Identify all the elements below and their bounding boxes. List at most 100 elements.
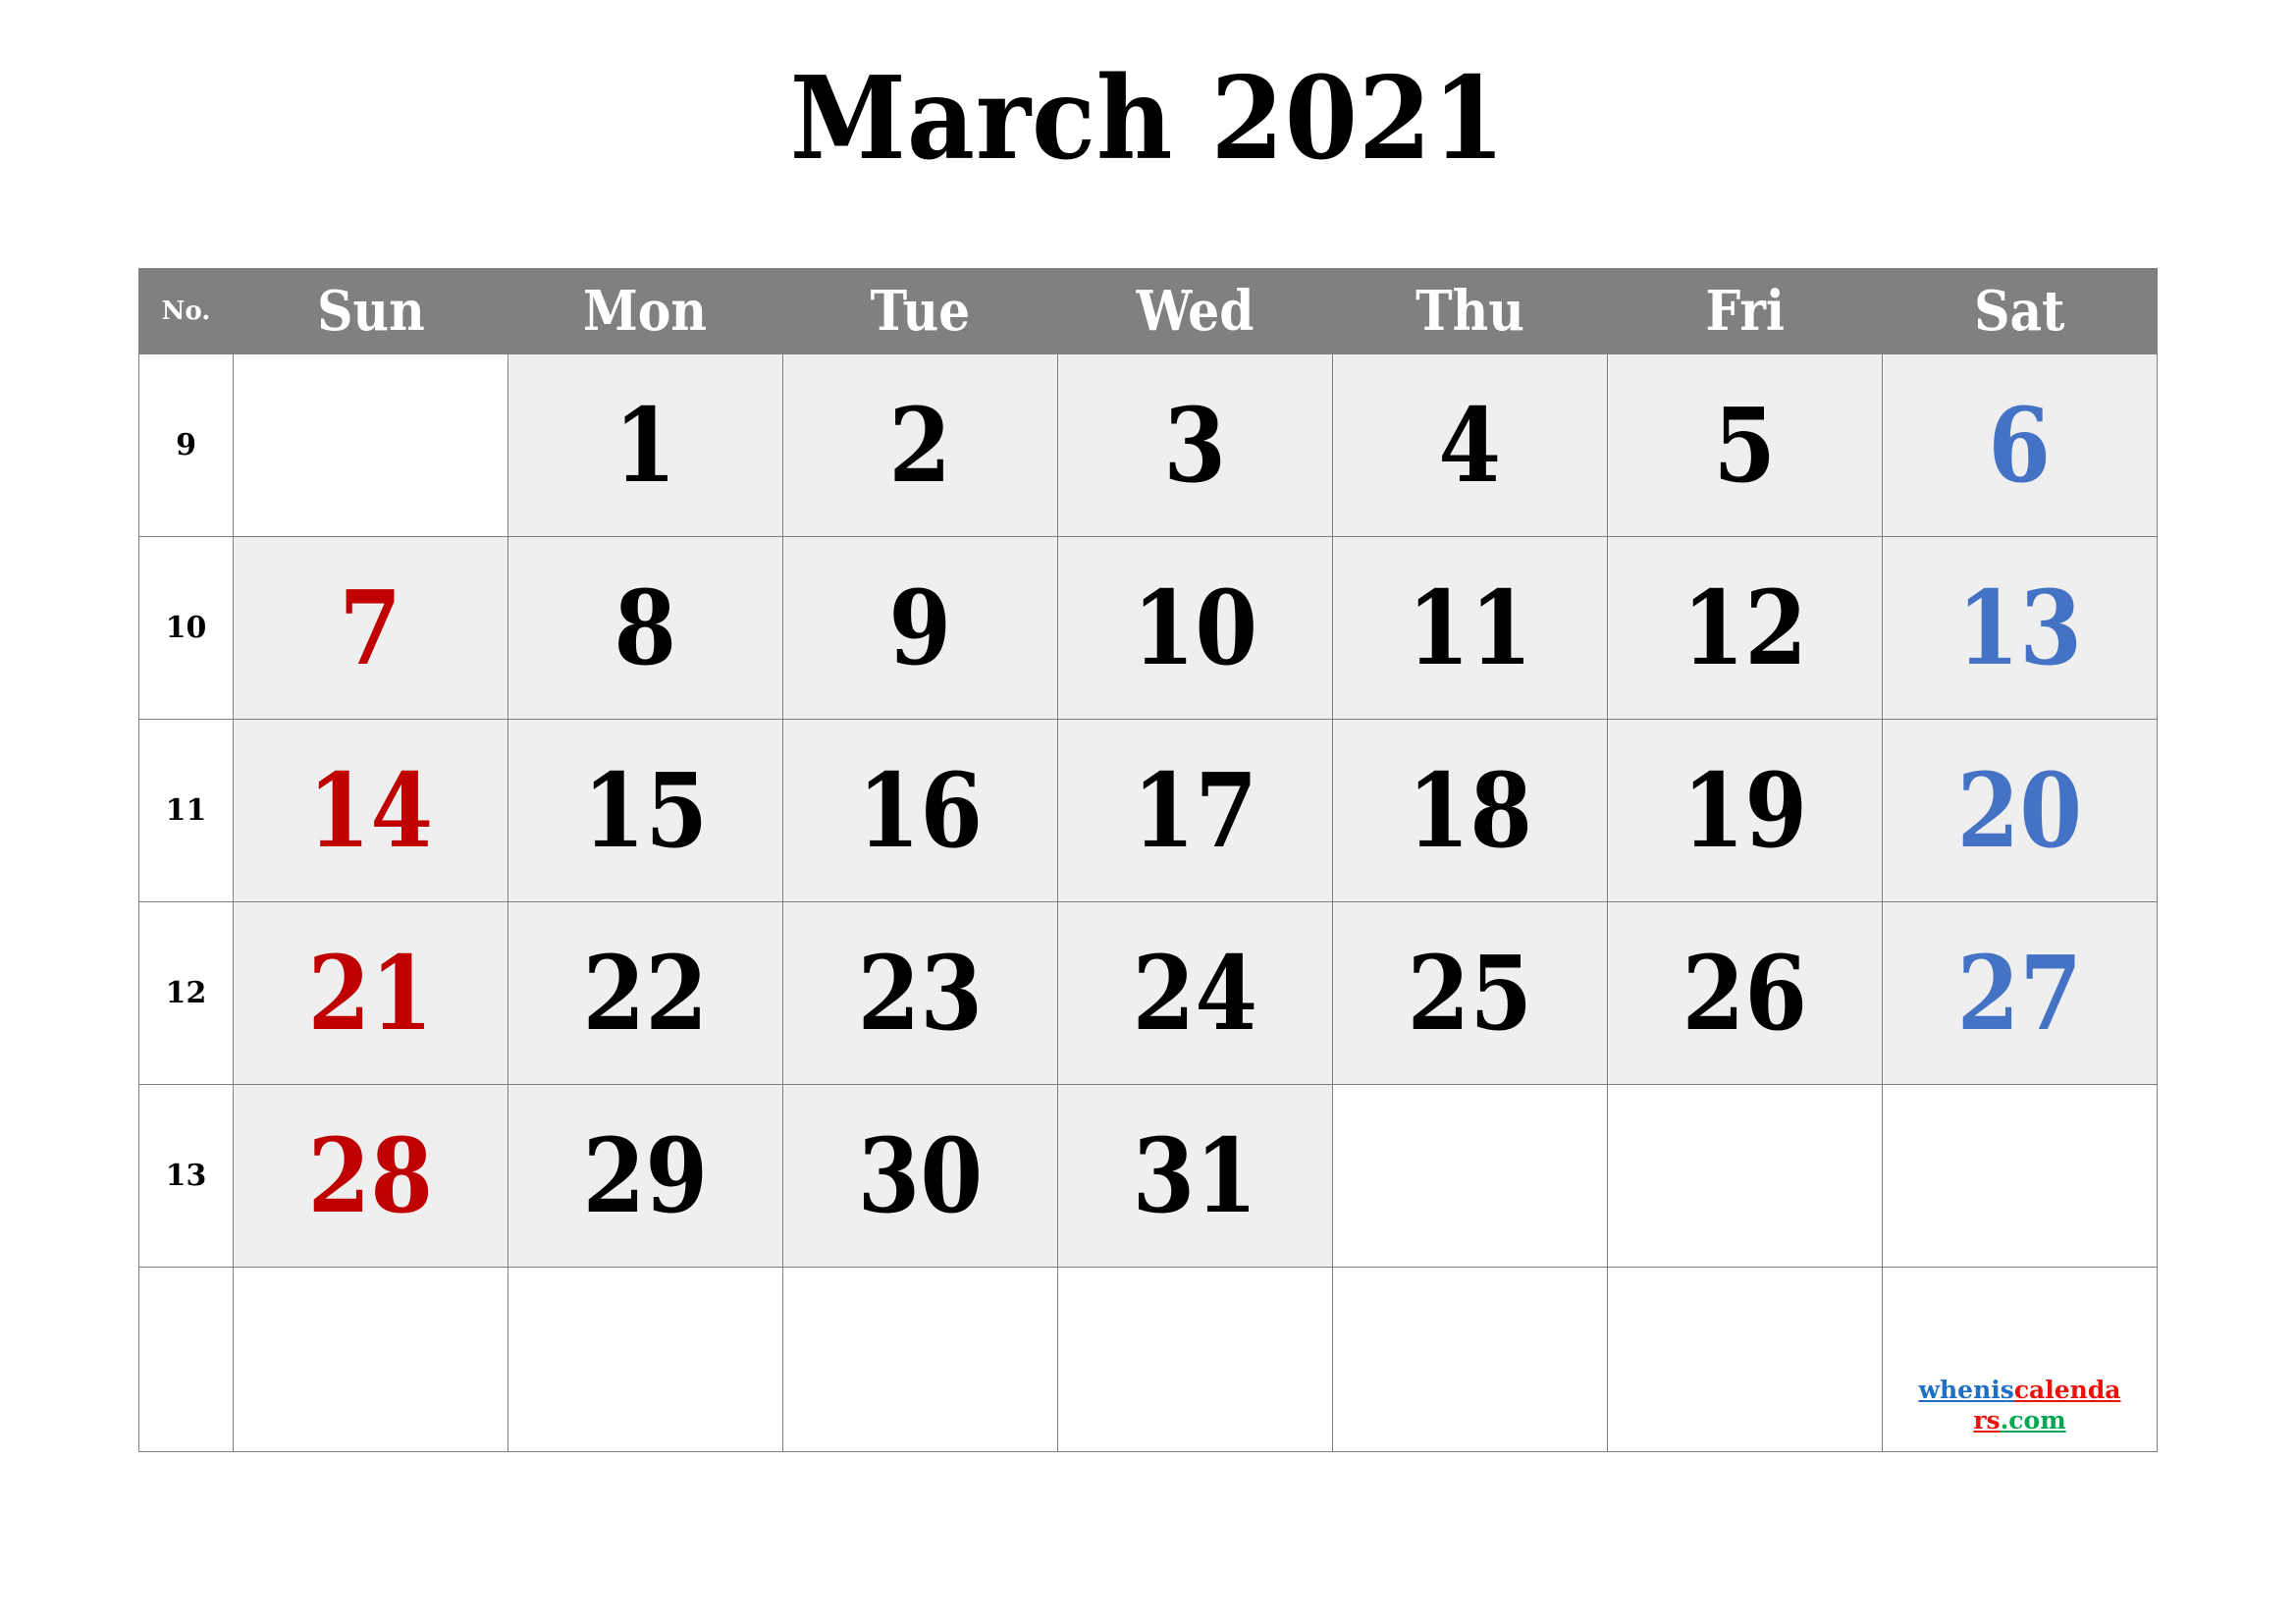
day-cell[interactable] — [1057, 1267, 1333, 1452]
day-cell[interactable]: 12 — [1607, 536, 1883, 720]
day-cell[interactable]: 2 — [782, 353, 1058, 537]
day-cell[interactable]: 15 — [507, 719, 783, 902]
day-cell[interactable]: 28 — [233, 1084, 508, 1268]
website-watermark-link[interactable]: wheniscalendars.com — [1883, 1375, 2157, 1436]
day-number: 21 — [307, 932, 434, 1054]
day-number: 5 — [1713, 384, 1777, 506]
watermark-part-tld: .com — [2000, 1405, 2066, 1435]
day-number: 24 — [1132, 932, 1258, 1054]
calendar-header-row: No. Sun Mon Tue Wed Thu Fri Sat — [138, 268, 2158, 354]
day-cell[interactable] — [233, 1267, 508, 1452]
day-cell[interactable] — [782, 1267, 1058, 1452]
day-number: 11 — [1407, 567, 1533, 688]
day-number: 29 — [582, 1114, 709, 1236]
day-number: 28 — [307, 1114, 434, 1236]
day-number: 6 — [1988, 384, 2052, 506]
day-cell[interactable]: 16 — [782, 719, 1058, 902]
watermark-part-whenis: whenis — [1918, 1375, 2014, 1404]
day-number: 10 — [1132, 567, 1258, 688]
day-cell[interactable]: 25 — [1332, 901, 1608, 1085]
day-cell[interactable]: 9 — [782, 536, 1058, 720]
column-header-thu-label: Thu — [1415, 279, 1524, 344]
day-number: 13 — [1956, 567, 2083, 688]
day-number: 19 — [1682, 749, 1808, 871]
day-cell[interactable]: 18 — [1332, 719, 1608, 902]
day-cell[interactable] — [1607, 1084, 1883, 1268]
column-header-sun: Sun — [233, 268, 508, 354]
week-row: 11 14 15 16 17 18 19 20 — [138, 719, 2158, 902]
day-number: 7 — [339, 567, 402, 688]
week-number-cell: 11 — [138, 719, 234, 902]
day-number: 8 — [614, 567, 677, 688]
week-number-cell — [138, 1267, 234, 1452]
day-cell[interactable]: 29 — [507, 1084, 783, 1268]
day-cell[interactable] — [507, 1267, 783, 1452]
day-number: 15 — [582, 749, 709, 871]
day-number: 30 — [857, 1114, 984, 1236]
day-number: 18 — [1407, 749, 1533, 871]
week-number-cell: 9 — [138, 353, 234, 537]
day-cell[interactable]: 19 — [1607, 719, 1883, 902]
calendar-grid: No. Sun Mon Tue Wed Thu Fri Sat 9 1 2 3 … — [138, 268, 2158, 1452]
week-number-cell: 10 — [138, 536, 234, 720]
column-header-tue-label: Tue — [870, 279, 971, 344]
column-header-tue: Tue — [782, 268, 1058, 354]
day-number: 1 — [614, 384, 677, 506]
day-number: 27 — [1956, 932, 2083, 1054]
day-number: 26 — [1682, 932, 1808, 1054]
day-cell[interactable]: 3 — [1057, 353, 1333, 537]
day-cell[interactable]: 26 — [1607, 901, 1883, 1085]
column-header-mon-label: Mon — [583, 279, 708, 344]
day-cell[interactable]: 17 — [1057, 719, 1333, 902]
column-header-fri: Fri — [1607, 268, 1883, 354]
day-cell[interactable]: 11 — [1332, 536, 1608, 720]
day-number: 4 — [1438, 384, 1502, 506]
day-cell[interactable]: 13 — [1882, 536, 2158, 720]
page-title: March 2021 — [789, 52, 1507, 186]
column-header-wed-label: Wed — [1136, 279, 1255, 344]
day-cell[interactable]: 10 — [1057, 536, 1333, 720]
column-header-wed: Wed — [1057, 268, 1333, 354]
day-number: 17 — [1132, 749, 1258, 871]
day-cell[interactable]: 30 — [782, 1084, 1058, 1268]
week-row: 10 7 8 9 10 11 12 13 — [138, 536, 2158, 720]
day-number: 22 — [582, 932, 709, 1054]
column-header-mon: Mon — [507, 268, 783, 354]
day-cell[interactable]: 31 — [1057, 1084, 1333, 1268]
day-cell[interactable]: 23 — [782, 901, 1058, 1085]
day-cell[interactable]: 5 — [1607, 353, 1883, 537]
day-cell[interactable]: 14 — [233, 719, 508, 902]
day-cell[interactable]: 7 — [233, 536, 508, 720]
day-number: 12 — [1682, 567, 1808, 688]
day-cell[interactable] — [1607, 1267, 1883, 1452]
day-number: 9 — [888, 567, 952, 688]
week-row: 12 21 22 23 24 25 26 27 — [138, 901, 2158, 1085]
week-row: 13 28 29 30 31 — [138, 1084, 2158, 1268]
day-number: 25 — [1407, 932, 1533, 1054]
column-header-sat-label: Sat — [1974, 279, 2065, 344]
day-cell[interactable]: 1 — [507, 353, 783, 537]
day-cell[interactable]: 21 — [233, 901, 508, 1085]
week-row: 9 1 2 3 4 5 6 — [138, 353, 2158, 537]
week-number-cell: 13 — [138, 1084, 234, 1268]
day-cell[interactable] — [233, 353, 508, 537]
day-cell[interactable]: 24 — [1057, 901, 1333, 1085]
day-cell[interactable] — [1332, 1267, 1608, 1452]
day-cell[interactable]: 8 — [507, 536, 783, 720]
week-row: wheniscalendars.com — [138, 1267, 2158, 1452]
day-cell[interactable]: 22 — [507, 901, 783, 1085]
day-cell[interactable]: 4 — [1332, 353, 1608, 537]
day-cell[interactable] — [1332, 1084, 1608, 1268]
day-cell[interactable] — [1882, 1084, 2158, 1268]
column-header-sat: Sat — [1882, 268, 2158, 354]
day-number: 23 — [857, 932, 984, 1054]
calendar-page: March 2021 No. Sun Mon Tue Wed Thu Fri S… — [0, 0, 2296, 1624]
watermark-cell[interactable]: wheniscalendars.com — [1882, 1267, 2158, 1452]
column-header-fri-label: Fri — [1705, 279, 1785, 344]
day-cell[interactable]: 6 — [1882, 353, 2158, 537]
day-cell[interactable]: 27 — [1882, 901, 2158, 1085]
day-cell[interactable]: 20 — [1882, 719, 2158, 902]
column-header-week-no: No. — [138, 268, 234, 354]
column-header-sun-label: Sun — [316, 279, 425, 344]
column-header-thu: Thu — [1332, 268, 1608, 354]
